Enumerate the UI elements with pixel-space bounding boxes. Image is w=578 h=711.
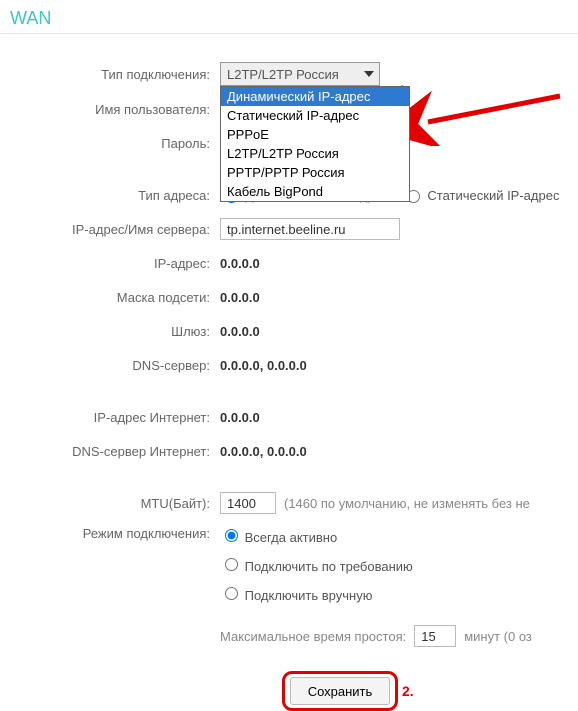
radio-mode-manual-label: Подключить вручную	[245, 588, 373, 603]
value-gateway: 0.0.0.0	[220, 324, 260, 339]
radio-mode-always-label: Всегда активно	[245, 530, 338, 545]
server-input[interactable]	[220, 218, 400, 240]
radio-mode-demand[interactable]: Подключить по требованию	[220, 555, 413, 574]
conn-type-option[interactable]: Динамический IP-адрес	[221, 87, 409, 106]
conn-type-dropdown[interactable]: Динамический IP-адресСтатический IP-адре…	[220, 86, 410, 202]
label-idle-unit: минут (0 оз	[464, 629, 532, 644]
label-mtu: MTU(Байт):	[0, 496, 220, 511]
label-addr-type: Тип адреса:	[0, 188, 220, 203]
radio-mode-manual-input[interactable]	[225, 587, 238, 600]
value-dns: 0.0.0.0, 0.0.0.0	[220, 358, 307, 373]
conn-type-option[interactable]: Кабель BigPond	[221, 182, 409, 201]
value-mask: 0.0.0.0	[220, 290, 260, 305]
label-mask: Маска подсети:	[0, 290, 220, 305]
conn-type-selected: L2TP/L2TP Россия	[227, 67, 339, 82]
radio-mode-demand-input[interactable]	[225, 558, 238, 571]
label-idle: Максимальное время простоя:	[220, 629, 406, 644]
label-password: Пароль:	[0, 136, 220, 151]
conn-type-option[interactable]: L2TP/L2TP Россия	[221, 144, 409, 163]
conn-type-option[interactable]: PPPoE	[221, 125, 409, 144]
value-dns-inet: 0.0.0.0, 0.0.0.0	[220, 444, 307, 459]
mtu-hint: (1460 по умолчанию, не изменять без не	[284, 496, 530, 511]
conn-type-select[interactable]: L2TP/L2TP Россия	[220, 62, 380, 86]
conn-type-option[interactable]: Статический IP-адрес	[221, 106, 409, 125]
radio-mode-always[interactable]: Всегда активно	[220, 526, 337, 545]
label-dns-inet: DNS-сервер Интернет:	[0, 444, 220, 459]
mtu-input[interactable]	[220, 492, 276, 514]
page-title: WAN	[0, 0, 578, 34]
annotation-2: 2.	[402, 683, 414, 699]
label-username: Имя пользователя:	[0, 102, 220, 117]
save-button[interactable]: Сохранить	[290, 677, 390, 705]
label-gateway: Шлюз:	[0, 324, 220, 339]
conn-type-option[interactable]: PPTP/PPTP Россия	[221, 163, 409, 182]
radio-static-ip[interactable]: Статический IP-адрес	[402, 187, 559, 203]
label-ip-inet: IP-адрес Интернет:	[0, 410, 220, 425]
radio-mode-manual[interactable]: Подключить вручную	[220, 584, 372, 603]
label-server: IP-адрес/Имя сервера:	[0, 222, 220, 237]
label-ip: IP-адрес:	[0, 256, 220, 271]
value-ip: 0.0.0.0	[220, 256, 260, 271]
label-dns: DNS-сервер:	[0, 358, 220, 373]
label-mode: Режим подключения:	[0, 526, 220, 541]
radio-static-ip-label: Статический IP-адрес	[427, 188, 559, 203]
chevron-down-icon	[364, 71, 374, 77]
idle-input[interactable]	[414, 625, 456, 647]
value-ip-inet: 0.0.0.0	[220, 410, 260, 425]
radio-mode-always-input[interactable]	[225, 529, 238, 542]
radio-mode-demand-label: Подключить по требованию	[245, 559, 413, 574]
label-conn-type: Тип подключения:	[0, 67, 220, 82]
